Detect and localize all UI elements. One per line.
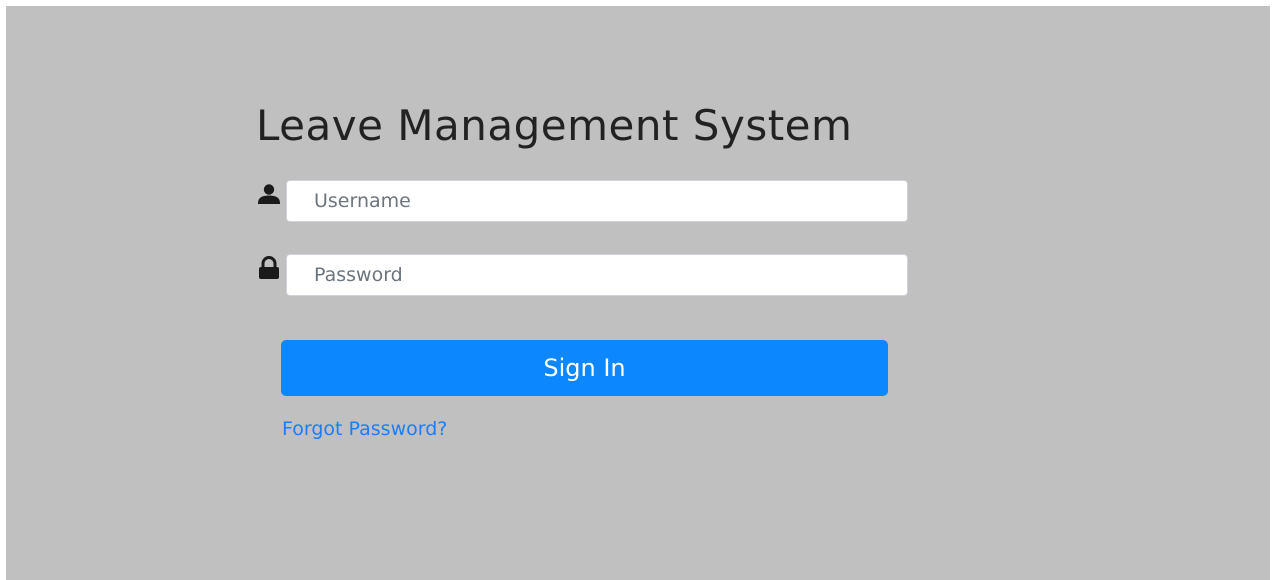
lock-icon	[256, 256, 282, 282]
username-input[interactable]	[286, 180, 908, 222]
login-page: Leave Management System Sign In Forgot P…	[6, 6, 1270, 580]
password-input[interactable]	[286, 254, 908, 296]
forgot-password-link[interactable]: Forgot Password?	[282, 418, 447, 440]
page-title: Leave Management System	[256, 101, 853, 150]
sign-in-button[interactable]: Sign In	[281, 340, 888, 396]
user-icon	[256, 183, 282, 209]
